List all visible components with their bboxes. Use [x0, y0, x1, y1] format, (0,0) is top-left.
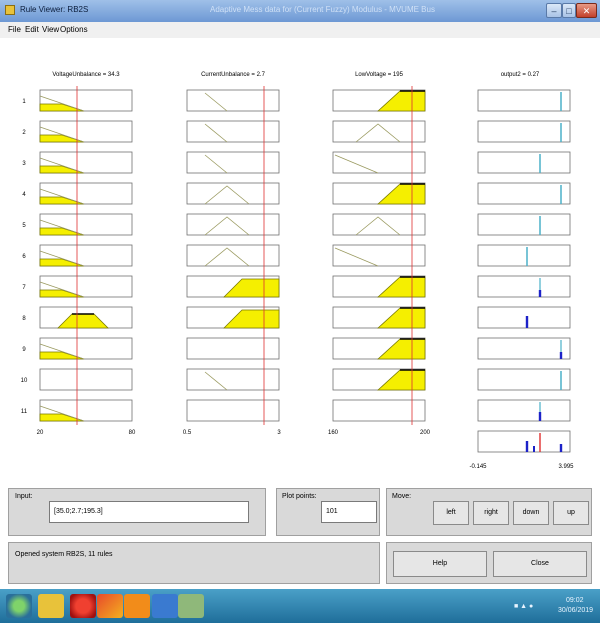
rule-number: 9	[22, 347, 26, 353]
window-title: Rule Viewer: RB2S	[20, 5, 89, 14]
rule-number: 10	[21, 378, 28, 384]
rule-number: 3	[22, 161, 26, 167]
rule-number: 7	[22, 285, 26, 291]
word-icon[interactable]	[152, 594, 178, 618]
paint-icon[interactable]	[178, 594, 204, 618]
output-header: output2 = 0.27	[501, 72, 540, 78]
maximize-icon[interactable]: □	[562, 3, 576, 18]
rule-number: 5	[22, 223, 26, 229]
tray-icons[interactable]: ■ ▲ ●	[514, 603, 533, 610]
move-right-button[interactable]: right	[473, 501, 509, 525]
input-2-header: CurrentUnbalance = 2.7	[201, 72, 266, 78]
input-3-header: LowVoltage = 195	[355, 72, 404, 78]
menu-options[interactable]: Options	[60, 25, 88, 34]
window-title-faded: Adaptive Mess data for (Current Fuzzy) M…	[210, 5, 435, 14]
status-panel: Opened system RB2S, 11 rules	[8, 542, 380, 584]
matlab-app-icon	[5, 5, 15, 15]
input-3-column	[332, 86, 426, 425]
output-column	[477, 89, 571, 453]
taskbar-date: 30/06/2019	[558, 607, 594, 614]
input-2-axis-max: 3	[277, 430, 281, 436]
output-axis-max: 3.995	[558, 464, 574, 470]
title-bar: Rule Viewer: RB2S Adaptive Mess data for…	[0, 0, 600, 22]
move-up-button[interactable]: up	[553, 501, 589, 525]
rule-plots[interactable]: VoltageUnbalance = 34.3 CurrentUnbalance…	[0, 38, 600, 480]
rule-number: 4	[22, 192, 26, 198]
plot-points-label: Plot points:	[282, 493, 317, 500]
input-1-axis-min: 20	[37, 430, 44, 436]
plot-points-panel: Plot points: 101	[276, 488, 380, 536]
rule-number: 11	[21, 409, 28, 415]
move-down-button[interactable]: down	[513, 501, 549, 525]
plot-points-field[interactable]: 101	[321, 501, 377, 523]
taskbar: ■ ▲ ● 09:02 30/06/2019	[0, 589, 600, 623]
input-2-axis-min: 0.5	[183, 430, 192, 436]
rule-number: 2	[22, 130, 26, 136]
powerpoint-icon[interactable]	[124, 594, 150, 618]
opera-browser-icon[interactable]	[70, 594, 96, 618]
minimize-icon[interactable]: –	[546, 3, 562, 18]
input-3-axis-max: 200	[420, 430, 431, 436]
help-close-panel: Help Close	[386, 542, 592, 584]
input-3-axis-min: 160	[328, 430, 339, 436]
start-button-icon[interactable]	[6, 594, 32, 618]
output-axis-min: -0.145	[469, 464, 487, 470]
input-1-axis-max: 80	[129, 430, 136, 436]
rule-number: 6	[22, 254, 26, 260]
input-1-header: VoltageUnbalance = 34.3	[52, 72, 120, 78]
output-aggregate-box	[477, 430, 571, 453]
help-button[interactable]: Help	[393, 551, 487, 577]
input-panel: Input: [35.0;2.7;195.3]	[8, 488, 266, 536]
rule-number: 1	[22, 99, 26, 105]
matlab-icon[interactable]	[97, 594, 123, 618]
menu-file[interactable]: File	[8, 25, 21, 34]
input-1-column	[39, 86, 133, 425]
menu-edit[interactable]: Edit	[25, 25, 39, 34]
close-icon[interactable]: ✕	[576, 3, 597, 18]
status-text: Opened system RB2S, 11 rules	[15, 551, 113, 558]
input-vector-field[interactable]: [35.0;2.7;195.3]	[49, 501, 249, 523]
close-button[interactable]: Close	[493, 551, 587, 577]
input-label: Input:	[15, 493, 33, 500]
file-explorer-icon[interactable]	[38, 594, 64, 618]
menu-bar: File Edit View Options	[0, 22, 600, 38]
move-left-button[interactable]: left	[433, 501, 469, 525]
taskbar-time: 09:02	[566, 597, 584, 604]
rule-number: 8	[22, 316, 26, 322]
menu-view[interactable]: View	[42, 25, 59, 34]
move-panel: Move: left right down up	[386, 488, 592, 536]
input-2-column	[186, 86, 280, 425]
move-label: Move:	[392, 493, 412, 500]
